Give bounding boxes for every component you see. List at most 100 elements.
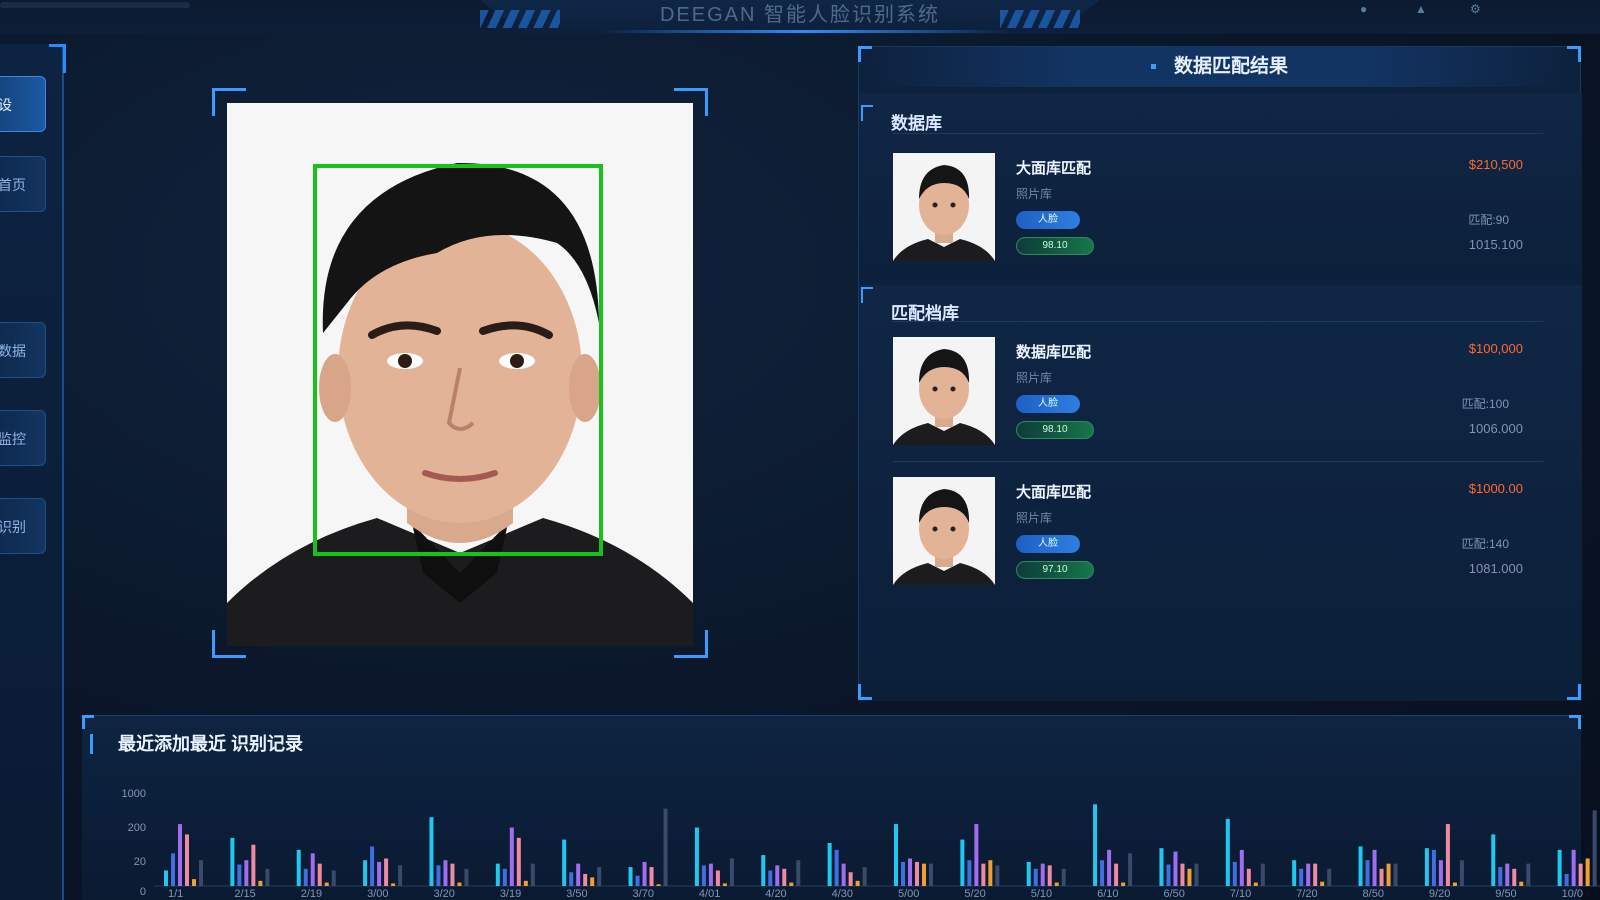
- face-photo[interactable]: [227, 103, 693, 646]
- bar: [1393, 863, 1398, 886]
- match-meta: 匹配:140: [1461, 537, 1509, 551]
- bar: [1194, 863, 1199, 886]
- y-tick: 200: [127, 822, 146, 834]
- bar: [1592, 810, 1597, 886]
- bar: [981, 863, 986, 886]
- type-tag: 人脸: [1016, 211, 1080, 229]
- bar: [324, 882, 329, 886]
- history-panel: 最近添加最近 识别记录 1000 200 20 0 1/1 2/15 2/19 3/0…: [82, 715, 1600, 900]
- bar: [1459, 860, 1464, 886]
- divider: [893, 133, 1543, 134]
- sidebar-item-label: 数据: [0, 343, 26, 359]
- match-card[interactable]: 数据库匹配 照片库 人脸 98.10 $100,000 匹配:100 1006.…: [893, 337, 1543, 447]
- sidebar: 设 首页 数据 监控 识别: [0, 44, 66, 900]
- user-icon[interactable]: ●: [1360, 2, 1367, 16]
- match-name: 数据库匹配: [1016, 344, 1092, 361]
- sidebar-item-monitor[interactable]: 监控: [0, 410, 46, 466]
- title-accent: [90, 734, 93, 754]
- bar: [1498, 867, 1503, 886]
- bar: [171, 853, 175, 886]
- results-panel: 数据匹配结果 数据库 大面库匹配 照片库 人脸 98.10 $210,500 匹…: [858, 46, 1582, 701]
- match-score-badge: 98.10: [1016, 421, 1094, 439]
- bar: [1313, 863, 1318, 886]
- match-card[interactable]: 大面库匹配 照片库 人脸 98.10 $210,500 匹配:90 1015.1…: [893, 153, 1543, 263]
- x-tick-label: 4/20: [765, 888, 787, 900]
- x-tick-label: 2/15: [234, 888, 256, 900]
- history-chart: [154, 804, 1600, 887]
- section-database: 数据库 大面库匹配 照片库 人脸 98.10 $210,500 匹配:90 10…: [859, 93, 1582, 317]
- bar: [450, 863, 455, 886]
- sidebar-item-settings[interactable]: 设: [0, 76, 46, 132]
- bar: [1054, 882, 1059, 886]
- sidebar-item-label: 监控: [0, 431, 26, 447]
- settings-icon[interactable]: ⚙: [1470, 2, 1481, 16]
- bar: [1128, 853, 1133, 886]
- bar: [701, 865, 706, 886]
- bar: [562, 839, 567, 886]
- bar: [1564, 873, 1569, 886]
- bar: [199, 860, 203, 886]
- bar: [729, 858, 734, 886]
- bar: [1526, 863, 1531, 886]
- bar: [901, 861, 905, 886]
- bar: [834, 849, 839, 886]
- bar: [782, 868, 787, 886]
- bar: [1519, 881, 1524, 886]
- banner-stripes-right: [1000, 10, 1080, 28]
- bar: [1173, 851, 1178, 886]
- bracket-icon: [861, 287, 873, 303]
- match-meta-value: 1015.100: [1468, 237, 1523, 252]
- type-tag: 人脸: [1016, 395, 1080, 413]
- section-match-archive: 匹配档库 数据库匹配 照片库 人脸 98.10 $100,000 匹配:100 …: [859, 285, 1582, 701]
- bar: [569, 872, 574, 886]
- x-tick-label: 9/20: [1428, 888, 1451, 900]
- bar: [251, 844, 256, 886]
- x-tick-label: 3/50: [566, 888, 588, 900]
- x-tick-label: 8/50: [1362, 888, 1384, 900]
- match-score-badge: 97.10: [1016, 561, 1094, 579]
- bar: [1246, 868, 1251, 886]
- match-card[interactable]: 大面库匹配 照片库 人脸 97.10 $1000.00 匹配:140 1081.…: [893, 477, 1543, 587]
- bar: [761, 855, 766, 886]
- bar: [1166, 864, 1171, 886]
- bar: [1107, 849, 1112, 886]
- bar: [1093, 804, 1098, 886]
- x-tick-label: 1/1: [168, 888, 184, 900]
- sidebar-item-label: 首页: [0, 177, 26, 193]
- bar: [708, 863, 713, 886]
- bar: [178, 824, 182, 886]
- sidebar-item-home[interactable]: 首页: [0, 156, 46, 212]
- bar: [1505, 863, 1510, 886]
- bar: [1438, 860, 1443, 886]
- bar: [1491, 834, 1496, 886]
- bar: [855, 880, 860, 886]
- bar: [1512, 868, 1517, 886]
- x-tick-label: 7/10: [1229, 888, 1252, 900]
- results-title: 数据匹配结果: [1173, 56, 1288, 77]
- bar: [642, 861, 647, 886]
- bar: [995, 865, 1000, 886]
- bar: [436, 865, 441, 886]
- bar: [1424, 848, 1429, 886]
- bar: [576, 863, 581, 886]
- bell-icon[interactable]: ▲: [1415, 2, 1427, 16]
- match-sub: 照片库: [1016, 371, 1053, 385]
- bar: [377, 861, 382, 886]
- bar: [1033, 868, 1038, 886]
- match-name: 大面库匹配: [1016, 160, 1092, 177]
- bar: [1365, 860, 1370, 886]
- x-tick-label: 3/00: [367, 888, 389, 900]
- bar: [1306, 863, 1311, 886]
- x-tick-label: 9/50: [1495, 888, 1517, 900]
- bar: [827, 843, 832, 886]
- x-tick-label: 3/19: [499, 888, 522, 900]
- x-tick-label: 4/30: [831, 888, 854, 900]
- bar: [244, 860, 249, 886]
- bar: [1159, 848, 1164, 886]
- sidebar-item-data[interactable]: 数据: [0, 322, 46, 378]
- sidebar-item-recognize[interactable]: 识别: [0, 498, 46, 554]
- bar: [185, 834, 189, 886]
- bar: [635, 875, 640, 886]
- match-thumbnail: [893, 337, 995, 445]
- history-title: 最近添加最近 识别记录: [118, 734, 303, 754]
